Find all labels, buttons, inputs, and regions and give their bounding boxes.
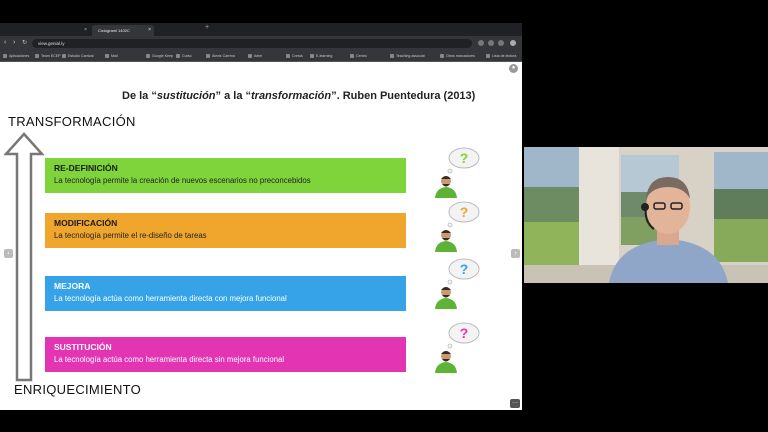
new-tab-icon[interactable]: + — [205, 24, 209, 31]
enrichment-label: ENRIQUECIMIENTO — [14, 382, 142, 397]
bookmark[interactable]: Google Keep — [146, 52, 173, 60]
transformation-label: TRANSFORMACIÓN — [8, 114, 136, 129]
menu-icon[interactable] — [510, 40, 516, 46]
bookmark[interactable]: Curso — [176, 52, 192, 60]
bookmark[interactable]: Otros marcadores — [440, 52, 475, 60]
thinking-person-icon: ? — [435, 201, 480, 252]
thinking-person-icon: ? — [435, 322, 480, 373]
bookmarks-bar: Aplicaciones Team ECEP Estudio Carrizal … — [0, 51, 522, 62]
thinking-person-icon: ? — [435, 147, 480, 198]
toolbar: ‹ › ↻ view.genial.ly — [0, 36, 522, 51]
bookmark[interactable]: Centro — [350, 52, 367, 60]
tab-1[interactable]: × — [28, 25, 90, 36]
bookmark[interactable]: Lista de lectura — [486, 52, 516, 60]
presenter-video — [524, 147, 768, 283]
close-icon[interactable]: × — [84, 25, 87, 36]
bookmark[interactable]: Estudio Carrizal — [62, 52, 93, 60]
close-icon[interactable]: × — [148, 25, 151, 36]
bookmark[interactable]: Mail — [105, 52, 118, 60]
slide-title: De la “sustitución” a la “transformación… — [122, 90, 476, 102]
level-description: La tecnología actúa como herramienta dir… — [54, 355, 285, 364]
level-description: La tecnología actúa como herramienta dir… — [54, 294, 287, 303]
bookmark[interactable]: Aplicaciones — [3, 52, 29, 60]
profile-icon[interactable] — [498, 40, 504, 46]
level-mejora: MEJORA La tecnología actúa como herramie… — [45, 276, 406, 311]
address-bar[interactable]: view.genial.ly — [32, 39, 472, 48]
level-description: La tecnología permite la creación de nue… — [54, 176, 311, 185]
webcam-video — [524, 147, 768, 283]
level-redefinicion: RE-DEFINICIÓN La tecnología permite la c… — [45, 158, 406, 193]
level-description: La tecnología permite el re-diseño de ta… — [54, 231, 207, 240]
browser-window: × Ciclogrami 1402C × + ‹ › ↻ view.genial.… — [0, 23, 522, 410]
level-name: RE-DEFINICIÓN — [54, 163, 118, 173]
tab-bar: × Ciclogrami 1402C × + — [0, 23, 522, 40]
bookmark[interactable]: Teaching associat — [390, 52, 425, 60]
reload-icon[interactable]: ↻ — [22, 38, 27, 48]
tab-3[interactable] — [156, 25, 202, 36]
user-icon[interactable]: ● — [509, 64, 518, 73]
svg-text:?: ? — [460, 204, 469, 220]
more-options-button[interactable]: ··· — [510, 399, 520, 408]
slide-page: ● De la “sustitución” a la “transformaci… — [0, 62, 522, 410]
thinking-person-icon: ? — [435, 258, 480, 309]
level-name: MEJORA — [54, 281, 91, 291]
bookmark[interactable]: Team ECEP — [35, 52, 61, 60]
level-sustitucion: SUSTITUCIÓN La tecnología actúa como her… — [45, 337, 406, 372]
svg-text:?: ? — [460, 261, 469, 277]
extension-icon[interactable] — [478, 40, 484, 46]
bookmark[interactable]: Alexis Carrera — [206, 52, 235, 60]
extension-icon[interactable] — [488, 40, 494, 46]
forward-icon[interactable]: › — [13, 38, 15, 48]
bookmark[interactable]: Aeim — [248, 52, 262, 60]
svg-text:?: ? — [460, 150, 469, 166]
bookmark[interactable]: Cresta — [286, 52, 303, 60]
level-name: MODIFICACIÓN — [54, 218, 118, 228]
level-modificacion: MODIFICACIÓN La tecnología permite el re… — [45, 213, 406, 248]
tab-2[interactable]: Ciclogrami 1402C × — [92, 25, 154, 36]
svg-text:?: ? — [460, 325, 469, 341]
next-slide-button[interactable]: › — [511, 249, 520, 258]
level-name: SUSTITUCIÓN — [54, 342, 112, 352]
back-icon[interactable]: ‹ — [4, 38, 6, 48]
bookmark[interactable]: E-learning — [310, 52, 332, 60]
prev-slide-button[interactable]: ‹ — [4, 249, 13, 258]
